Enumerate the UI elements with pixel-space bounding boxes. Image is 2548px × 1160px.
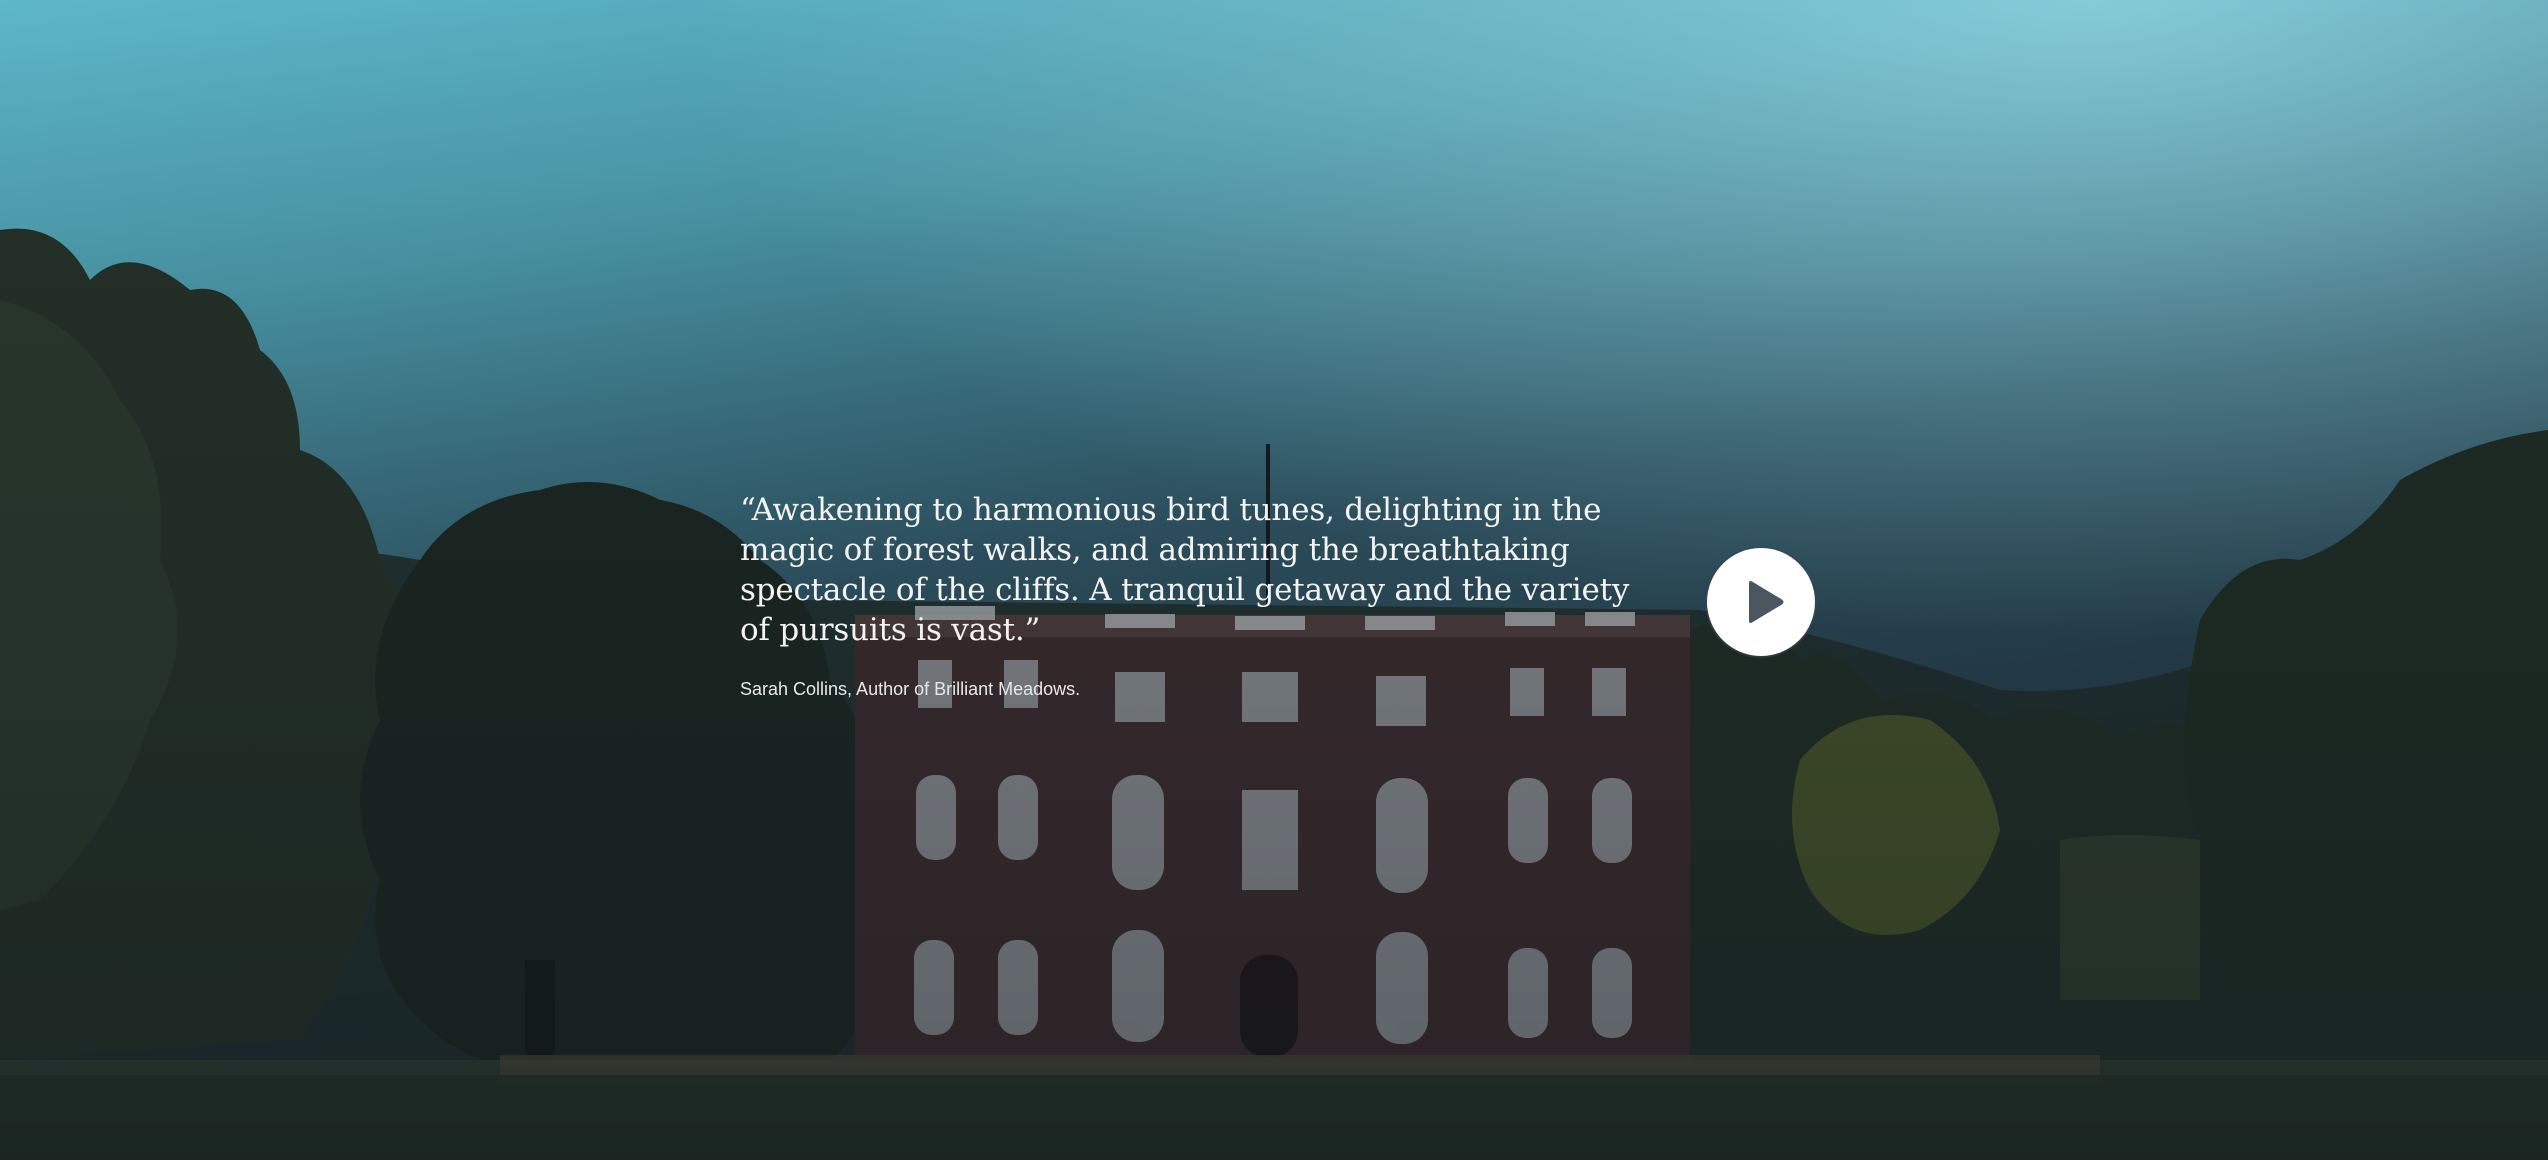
play-video-button[interactable] xyxy=(1707,548,1815,656)
testimonial-quote: “Awakening to harmonious bird tunes, del… xyxy=(740,492,1630,648)
play-icon xyxy=(1749,581,1784,623)
testimonial: “Awakening to harmonious bird tunes, del… xyxy=(740,490,1640,700)
testimonial-author: Sarah Collins, Author of Brilliant Meado… xyxy=(740,679,1081,699)
hero-section: “Awakening to harmonious bird tunes, del… xyxy=(0,0,2548,1160)
